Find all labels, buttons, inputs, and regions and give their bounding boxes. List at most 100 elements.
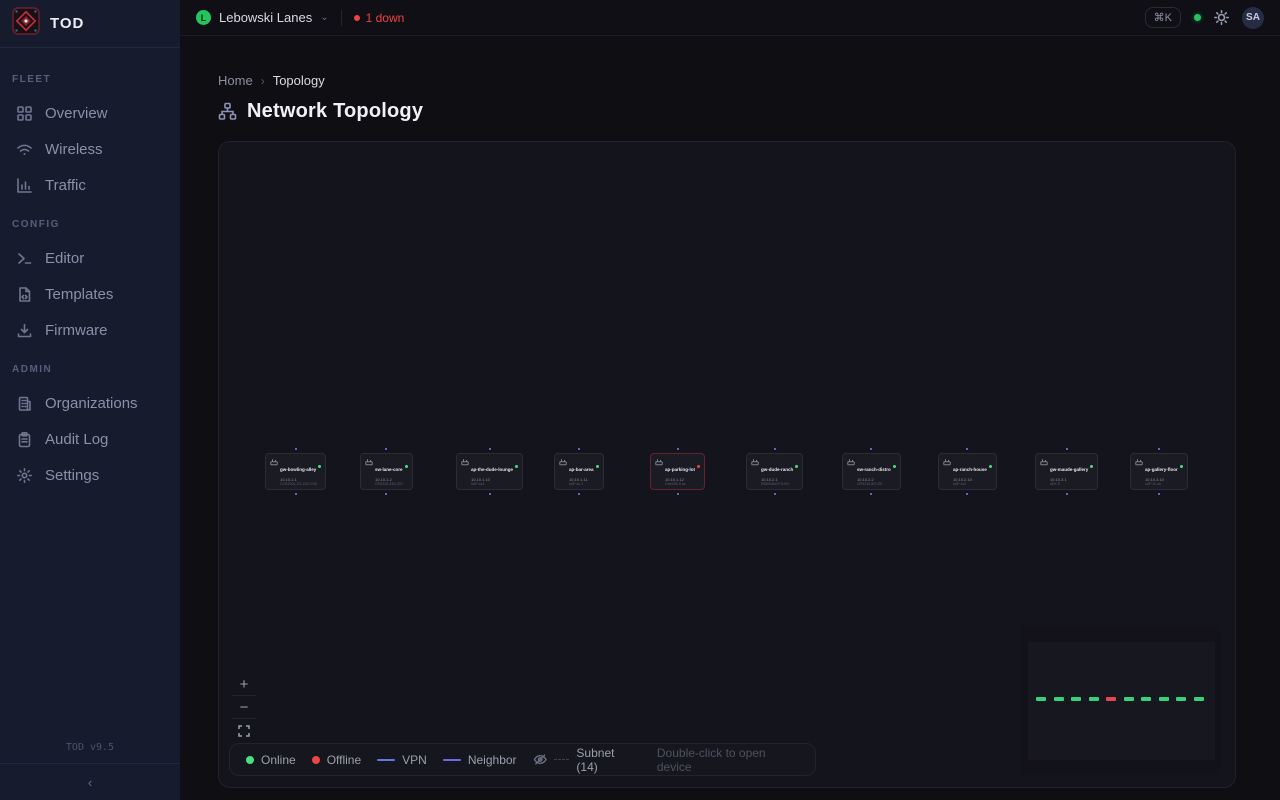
sidebar-item-label: Organizations — [45, 395, 138, 412]
sidebar: TOD FLEET Overview Wireless Traffic CONF… — [0, 0, 180, 800]
minimap-node-mark — [1106, 697, 1116, 701]
node-model: CRS310-8G+2S — [857, 482, 896, 486]
device-icon — [655, 458, 663, 466]
node-name: gw-bowling-alley — [280, 467, 316, 472]
node-model: hAP ac 2 — [569, 482, 599, 486]
device-icon — [461, 458, 469, 466]
topology-node[interactable]: ap-the-dude-lounge10.10.1.10hAP ax3 — [456, 453, 523, 490]
org-name: Lebowski Lanes — [219, 10, 312, 25]
node-status-dot — [405, 465, 408, 468]
topology-icon — [218, 102, 237, 121]
node-handle-top — [1065, 447, 1069, 451]
node-name: ap-ranch-house — [953, 467, 987, 472]
topology-node[interactable]: gw-bowling-alley10.10.1.1CCR2004-1G-12S+… — [265, 453, 326, 490]
device-icon — [1040, 458, 1048, 466]
node-name: ap-bar-area — [569, 467, 594, 472]
sidebar-item-editor[interactable]: Editor — [4, 244, 176, 272]
eye-off-icon[interactable] — [533, 752, 547, 767]
device-icon — [943, 458, 951, 466]
terminal-icon — [16, 250, 33, 267]
minimap[interactable] — [1021, 625, 1221, 775]
topology-node[interactable]: sw-lane-core10.10.1.2CRS326-24G-2S+ — [360, 453, 413, 490]
minimap-node-mark — [1141, 697, 1151, 701]
node-model: hAP ax2 — [953, 482, 992, 486]
node-handle-top — [869, 447, 873, 451]
node-handle-top — [384, 447, 388, 451]
node-status-dot — [1180, 465, 1183, 468]
minimap-marks — [1036, 697, 1204, 701]
node-status-dot — [989, 465, 992, 468]
minimap-node-mark — [1054, 697, 1064, 701]
zoom-out-button[interactable]: − — [232, 696, 256, 719]
download-icon — [16, 322, 33, 339]
node-status-dot — [1090, 465, 1093, 468]
gear-icon — [16, 467, 33, 484]
topology-node[interactable]: gw-dude-ranch10.10.2.1RB5009UG+S+IN — [746, 453, 803, 490]
node-handle-top — [577, 447, 581, 451]
node-name: sw-lane-core — [375, 467, 403, 472]
node-handle-top — [773, 447, 777, 451]
canvas-zoom-controls: + − — [232, 673, 256, 742]
chevron-left-icon: ‹ — [88, 775, 92, 790]
node-model: RB5009UG+S+IN — [761, 482, 798, 486]
sidebar-item-organizations[interactable]: Organizations — [4, 389, 176, 417]
sidebar-item-firmware[interactable]: Firmware — [4, 316, 176, 344]
command-palette-shortcut[interactable]: ⌘K — [1145, 7, 1181, 28]
topology-node[interactable]: gw-maude-gallery10.10.3.1hEX S — [1035, 453, 1098, 490]
org-switcher[interactable]: L Lebowski Lanes ⌄ — [196, 10, 329, 25]
sidebar-item-label: Traffic — [45, 177, 86, 194]
sidebar-item-wireless[interactable]: Wireless — [4, 135, 176, 163]
node-handle-top — [294, 447, 298, 451]
node-handle-bottom — [384, 492, 388, 496]
topology-node[interactable]: sw-ranch-distro10.10.2.2CRS310-8G+2S — [842, 453, 901, 490]
node-handle-bottom — [676, 492, 680, 496]
node-handle-bottom — [488, 492, 492, 496]
sidebar-item-templates[interactable]: Templates — [4, 280, 176, 308]
grid-icon — [16, 105, 33, 122]
devices-down-badge[interactable]: 1 down — [354, 11, 405, 25]
node-handle-bottom — [577, 492, 581, 496]
node-model: cAP XL ac — [1145, 482, 1183, 486]
topology-node[interactable]: ap-ranch-house10.10.2.10hAP ax2 — [938, 453, 997, 490]
node-name: ap-the-dude-lounge — [471, 467, 513, 472]
fit-view-button[interactable] — [232, 719, 256, 742]
breadcrumb-current: Topology — [273, 73, 325, 88]
node-handle-top — [676, 447, 680, 451]
node-handle-bottom — [869, 492, 873, 496]
minimap-node-mark — [1159, 697, 1169, 701]
sidebar-nav: FLEET Overview Wireless Traffic CONFIG E… — [0, 48, 180, 742]
sidebar-item-settings[interactable]: Settings — [4, 461, 176, 489]
sidebar-item-overview[interactable]: Overview — [4, 99, 176, 127]
node-model: OmniTik 5 ac — [665, 482, 700, 486]
sidebar-collapse-button[interactable]: ‹ — [0, 763, 180, 800]
sidebar-item-audit-log[interactable]: Audit Log — [4, 425, 176, 453]
topbar-actions: ⌘K SA — [1145, 7, 1264, 29]
minimap-viewport — [1028, 642, 1215, 760]
node-status-dot — [795, 465, 798, 468]
sidebar-item-traffic[interactable]: Traffic — [4, 171, 176, 199]
topology-node[interactable]: ap-parking-lot10.10.1.12OmniTik 5 ac — [650, 453, 705, 490]
sidebar-item-label: Settings — [45, 467, 99, 484]
bar-chart-icon — [16, 177, 33, 194]
user-avatar[interactable]: SA — [1242, 7, 1264, 29]
page-title: Network Topology — [247, 100, 423, 123]
zoom-in-button[interactable]: + — [232, 673, 256, 696]
breadcrumb-home[interactable]: Home — [218, 73, 253, 88]
topbar: L Lebowski Lanes ⌄ 1 down ⌘K SA — [180, 0, 1280, 36]
node-status-dot — [596, 465, 599, 468]
brand[interactable]: TOD — [0, 0, 180, 48]
node-model: hEX S — [1050, 482, 1093, 486]
device-icon — [559, 458, 567, 466]
topology-node[interactable]: ap-gallery-floor10.10.3.10cAP XL ac — [1130, 453, 1188, 490]
legend-hint: Double-click to open device — [657, 746, 799, 774]
minimap-node-mark — [1071, 697, 1081, 701]
nav-section-fleet: FLEET — [0, 62, 180, 91]
topology-canvas[interactable]: + − Online Offline VPN Neighbor — [218, 141, 1236, 788]
theme-toggle-button[interactable] — [1214, 10, 1229, 25]
node-handle-top — [488, 447, 492, 451]
minimap-node-mark — [1036, 697, 1046, 701]
node-handle-top — [1157, 447, 1161, 451]
topology-node[interactable]: ap-bar-area10.10.1.11hAP ac 2 — [554, 453, 604, 490]
chevron-right-icon: › — [261, 74, 265, 88]
building-icon — [16, 395, 33, 412]
